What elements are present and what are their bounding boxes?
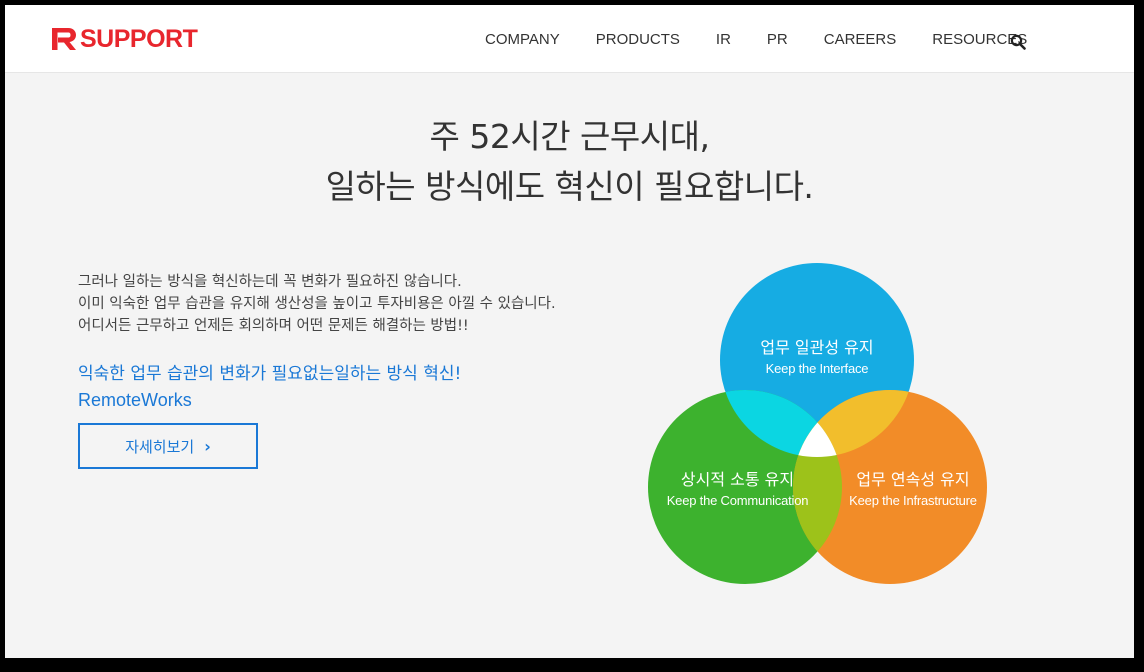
- venn-top-ko: 업무 일관성 유지: [760, 338, 874, 357]
- detail-button[interactable]: 자세히보기 ›: [78, 423, 258, 469]
- venn-graphic: [648, 263, 987, 584]
- nav-company[interactable]: COMPANY: [485, 31, 560, 48]
- r-logo-icon: [52, 28, 76, 50]
- brand-name: SUPPORT: [80, 24, 198, 53]
- venn-right-en: Keep the Infrastructure: [849, 493, 977, 508]
- hero-line-1: 주 52시간 근무시대,: [429, 117, 710, 156]
- main-nav: COMPANY PRODUCTS IR PR CAREERS RESOURCES: [485, 31, 1063, 48]
- nav-careers[interactable]: CAREERS: [824, 31, 897, 48]
- hero-line-2: 일하는 방식에도 혁신이 필요합니다.: [325, 167, 814, 206]
- accent-tagline: 익숙한 업무 습관의 변화가 필요없는일하는 방식 혁신!: [78, 364, 462, 384]
- brand-logo[interactable]: SUPPORT: [50, 23, 198, 55]
- venn-top-en: Keep the Interface: [765, 361, 869, 376]
- nav-ir[interactable]: IR: [716, 31, 731, 48]
- page-frame: SUPPORT COMPANY PRODUCTS IR PR CAREERS R…: [5, 5, 1134, 658]
- nav-pr[interactable]: PR: [767, 31, 788, 48]
- hero-headline: 주 52시간 근무시대, 일하는 방식에도 혁신이 필요합니다.: [5, 112, 1134, 212]
- venn-left-en: Keep the Communication: [666, 493, 809, 508]
- detail-button-label: 자세히보기: [125, 437, 195, 456]
- venn-right-ko: 업무 연속성 유지: [856, 470, 970, 489]
- intro-line-3: 어디서든 근무하고 언제든 회의하며 어떤 문제든 해결하는 방법!!: [78, 318, 469, 334]
- intro-line-1: 그러나 일하는 방식을 혁신하는데 꼭 변화가 필요하진 않습니다.: [78, 274, 462, 290]
- venn-diagram: 업무 일관성 유지 Keep the Interface 상시적 소통 유지 K…: [645, 260, 995, 590]
- venn-label-right: 업무 연속성 유지 Keep the Infrastructure: [833, 469, 993, 511]
- venn-left-ko: 상시적 소통 유지: [680, 470, 795, 489]
- chevron-right-icon: ›: [204, 436, 211, 456]
- nav-products[interactable]: PRODUCTS: [596, 31, 680, 48]
- search-icon[interactable]: [1010, 34, 1026, 50]
- intro-paragraph: 그러나 일하는 방식을 혁신하는데 꼭 변화가 필요하진 않습니다. 이미 익숙…: [78, 271, 638, 337]
- venn-label-top: 업무 일관성 유지 Keep the Interface: [722, 337, 912, 379]
- site-header: SUPPORT COMPANY PRODUCTS IR PR CAREERS R…: [5, 5, 1134, 73]
- intro-line-2: 이미 익숙한 업무 습관을 유지해 생산성을 높이고 투자비용은 아낄 수 있습…: [78, 296, 556, 312]
- venn-label-left: 상시적 소통 유지 Keep the Communication: [650, 469, 825, 511]
- product-name: RemoteWorks: [78, 390, 192, 410]
